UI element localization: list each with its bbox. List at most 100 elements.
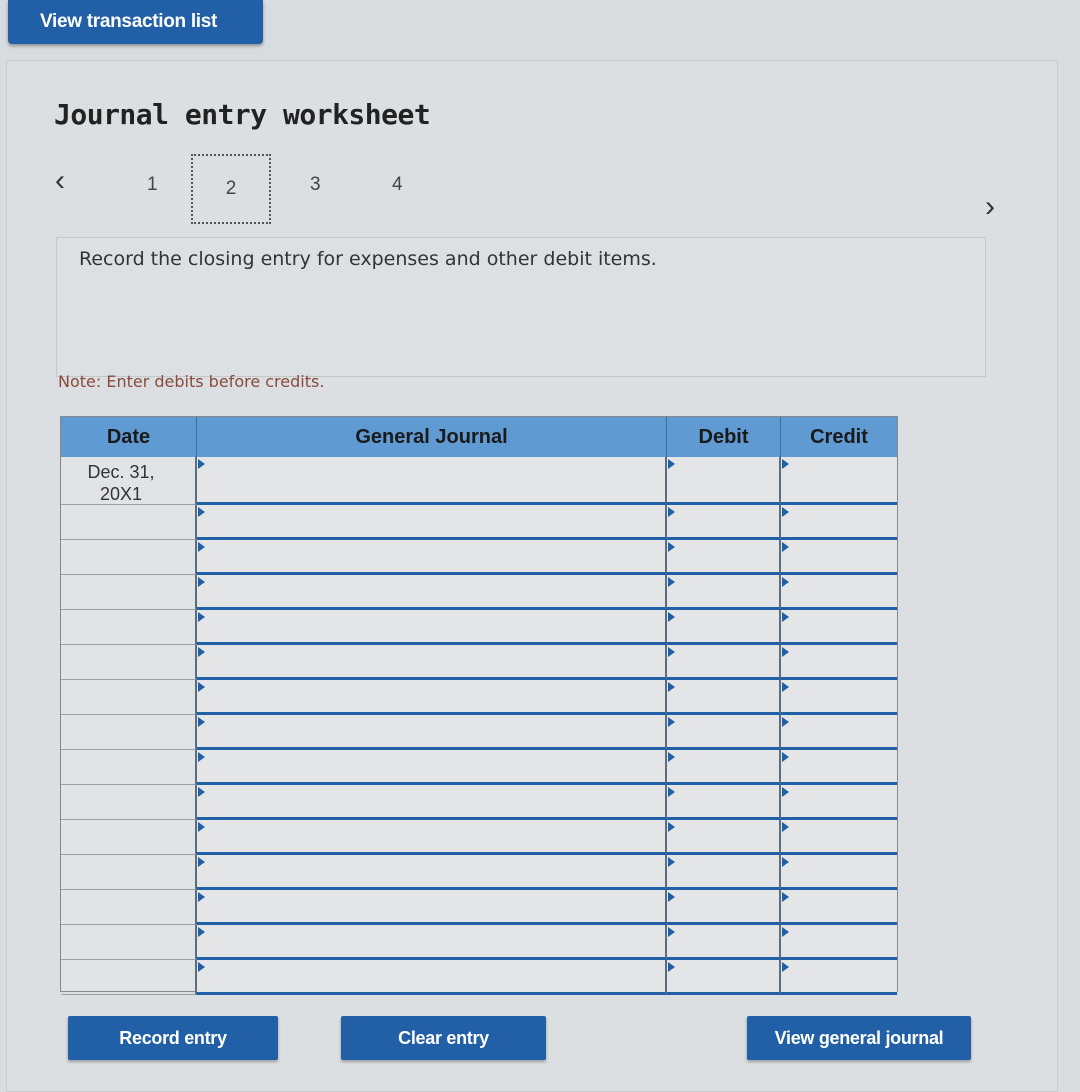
- account-input[interactable]: [197, 540, 667, 575]
- page-tab-3[interactable]: 3: [310, 174, 321, 196]
- debit-input[interactable]: [667, 960, 781, 995]
- account-input[interactable]: [197, 610, 667, 645]
- table-row: [61, 750, 897, 785]
- account-input[interactable]: [197, 505, 667, 540]
- column-header-debit: Debit: [667, 417, 781, 457]
- cell-marker-icon: [198, 682, 205, 692]
- date-cell: [61, 960, 197, 995]
- account-input[interactable]: [197, 960, 667, 995]
- column-header-date: Date: [61, 417, 197, 457]
- journal-table: Date General Journal Debit Credit Dec. 3…: [60, 416, 898, 995]
- cell-marker-icon: [198, 892, 205, 902]
- cell-marker-icon: [198, 927, 205, 937]
- credit-input[interactable]: [781, 925, 897, 960]
- credit-input[interactable]: [781, 855, 897, 890]
- credit-input[interactable]: [781, 680, 897, 715]
- cell-marker-icon: [198, 752, 205, 762]
- cell-marker-icon: [782, 717, 789, 727]
- debit-input[interactable]: [667, 540, 781, 575]
- debit-input[interactable]: [667, 925, 781, 960]
- account-input[interactable]: [197, 680, 667, 715]
- record-entry-button[interactable]: Record entry: [68, 1016, 278, 1060]
- cell-marker-icon: [668, 459, 675, 469]
- date-cell: [61, 575, 197, 610]
- cell-marker-icon: [198, 507, 205, 517]
- view-general-journal-button[interactable]: View general journal: [747, 1016, 971, 1060]
- table-row: [61, 715, 897, 750]
- credit-input[interactable]: [781, 890, 897, 925]
- credit-input[interactable]: [781, 457, 897, 505]
- cell-marker-icon: [668, 892, 675, 902]
- view-transaction-list-button[interactable]: View transaction list: [8, 0, 263, 44]
- credit-input[interactable]: [781, 820, 897, 855]
- date-cell: Dec. 31, 20X1: [61, 457, 197, 505]
- debit-input[interactable]: [667, 575, 781, 610]
- table-row: [61, 960, 897, 995]
- page-tab-4[interactable]: 4: [392, 174, 403, 196]
- debit-input[interactable]: [667, 890, 781, 925]
- cell-marker-icon: [668, 962, 675, 972]
- page-title: Journal entry worksheet: [54, 98, 431, 131]
- page-tab-1[interactable]: 1: [147, 174, 158, 196]
- credit-input[interactable]: [781, 645, 897, 680]
- cell-marker-icon: [782, 857, 789, 867]
- account-input[interactable]: [197, 890, 667, 925]
- worksheet-pager: ‹ 1 2 3 4 ›: [55, 154, 1035, 228]
- cell-marker-icon: [198, 962, 205, 972]
- account-input[interactable]: [197, 645, 667, 680]
- cell-marker-icon: [668, 787, 675, 797]
- date-cell: [61, 890, 197, 925]
- debit-input[interactable]: [667, 855, 781, 890]
- cell-marker-icon: [782, 892, 789, 902]
- credit-input[interactable]: [781, 610, 897, 645]
- debit-input[interactable]: [667, 610, 781, 645]
- account-input[interactable]: [197, 750, 667, 785]
- table-row: Dec. 31, 20X1: [61, 457, 897, 505]
- account-input[interactable]: [197, 820, 667, 855]
- table-row: [61, 890, 897, 925]
- cell-marker-icon: [668, 542, 675, 552]
- account-input[interactable]: [197, 575, 667, 610]
- credit-input[interactable]: [781, 715, 897, 750]
- debit-input[interactable]: [667, 750, 781, 785]
- credit-input[interactable]: [781, 960, 897, 995]
- credit-input[interactable]: [781, 505, 897, 540]
- debit-input[interactable]: [667, 820, 781, 855]
- cell-marker-icon: [668, 682, 675, 692]
- account-input[interactable]: [197, 457, 667, 505]
- cell-marker-icon: [782, 507, 789, 517]
- cell-marker-icon: [198, 787, 205, 797]
- debit-input[interactable]: [667, 505, 781, 540]
- date-cell: [61, 820, 197, 855]
- cell-marker-icon: [782, 962, 789, 972]
- debit-input[interactable]: [667, 457, 781, 505]
- debit-input[interactable]: [667, 785, 781, 820]
- date-cell: [61, 680, 197, 715]
- debit-input[interactable]: [667, 715, 781, 750]
- instruction-text: Record the closing entry for expenses an…: [79, 248, 657, 270]
- credit-input[interactable]: [781, 540, 897, 575]
- credit-input[interactable]: [781, 785, 897, 820]
- account-input[interactable]: [197, 925, 667, 960]
- account-input[interactable]: [197, 855, 667, 890]
- table-row: [61, 820, 897, 855]
- account-input[interactable]: [197, 715, 667, 750]
- account-input[interactable]: [197, 785, 667, 820]
- credit-input[interactable]: [781, 750, 897, 785]
- debit-input[interactable]: [667, 680, 781, 715]
- credit-input[interactable]: [781, 575, 897, 610]
- date-cell: [61, 645, 197, 680]
- column-header-general-journal: General Journal: [197, 417, 667, 457]
- debit-input[interactable]: [667, 645, 781, 680]
- clear-entry-button[interactable]: Clear entry: [341, 1016, 546, 1060]
- date-cell: [61, 855, 197, 890]
- cell-marker-icon: [782, 927, 789, 937]
- table-row: [61, 855, 897, 890]
- cell-marker-icon: [782, 752, 789, 762]
- date-cell: [61, 750, 197, 785]
- chevron-right-icon[interactable]: ›: [985, 190, 995, 224]
- page-tab-2[interactable]: 2: [191, 154, 271, 224]
- column-header-credit: Credit: [781, 417, 897, 457]
- note-text: Note: Enter debits before credits.: [58, 372, 325, 391]
- chevron-left-icon[interactable]: ‹: [55, 164, 65, 198]
